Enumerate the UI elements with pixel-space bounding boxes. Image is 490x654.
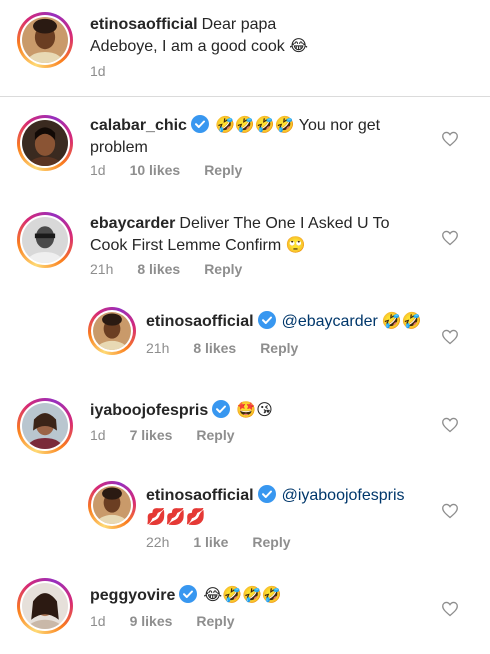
comment-likes[interactable]: 9 likes xyxy=(130,613,173,629)
verified-badge-icon xyxy=(257,485,276,503)
comment-username[interactable]: iyaboojofespris xyxy=(90,402,208,419)
reply-button[interactable]: Reply xyxy=(260,340,298,356)
comment-meta: 21h 8 likes Reply xyxy=(90,261,266,277)
comment-time: 1d xyxy=(90,63,106,79)
heart-outline-icon[interactable] xyxy=(441,131,459,147)
verified-badge-icon xyxy=(257,311,276,329)
comment-meta: 1d 9 likes Reply xyxy=(90,613,259,629)
comment-emoji: 🤣🤣🤣🤣 xyxy=(214,115,295,134)
comment-likes[interactable]: 8 likes xyxy=(193,340,236,356)
comment-username[interactable]: etinosaofficial xyxy=(146,313,254,330)
comment-meta: 22h 1 like Reply xyxy=(146,534,315,550)
avatar[interactable] xyxy=(17,578,73,634)
reply-button[interactable]: Reply xyxy=(204,261,242,277)
reply-button[interactable]: Reply xyxy=(204,162,242,178)
comment-likes[interactable]: 10 likes xyxy=(130,162,181,178)
comment-username[interactable]: ebaycarder xyxy=(90,215,175,232)
verified-badge-icon xyxy=(190,115,209,133)
comment-username[interactable]: peggyovire xyxy=(90,587,175,604)
avatar[interactable] xyxy=(17,12,73,68)
comment-body: etinosaofficial @iyaboojofespris 💋💋💋 xyxy=(146,485,436,529)
heart-outline-icon[interactable] xyxy=(441,329,459,345)
avatar[interactable] xyxy=(88,307,136,355)
heart-outline-icon[interactable] xyxy=(441,417,459,433)
comment-emoji: 💋💋💋 xyxy=(146,507,206,526)
reply-button[interactable]: Reply xyxy=(252,534,290,550)
comment-emoji: 😂🤣🤣🤣 xyxy=(203,585,282,604)
comment-thread: etinosaofficial Dear papa Adeboye, I am a… xyxy=(0,0,490,654)
comment-mention[interactable]: @iyaboojofespris xyxy=(282,487,405,504)
comment-likes[interactable]: 7 likes xyxy=(130,427,173,443)
avatar[interactable] xyxy=(17,398,73,454)
comment-time: 21h xyxy=(146,340,170,356)
comment-username[interactable]: etinosaofficial xyxy=(146,487,254,504)
comment-emoji: 🤩😘 xyxy=(236,400,273,419)
comment-meta: 1d 7 likes Reply xyxy=(90,427,259,443)
comment-body: etinosaofficial Dear papa Adeboye, I am a… xyxy=(90,14,330,58)
comment-time: 21h xyxy=(90,261,114,277)
comment-time: 22h xyxy=(146,534,170,550)
reply-button[interactable]: Reply xyxy=(196,613,234,629)
heart-outline-icon[interactable] xyxy=(441,503,459,519)
comment-body: calabar_chic 🤣🤣🤣🤣 You nor get problem xyxy=(90,115,390,159)
comment-body: ebaycarder Deliver The One I Asked U To C… xyxy=(90,213,410,257)
comment-time: 1d xyxy=(90,427,106,443)
reply-button[interactable]: Reply xyxy=(196,427,234,443)
verified-badge-icon xyxy=(179,585,198,603)
comment-emoji: 🤣🤣 xyxy=(381,311,422,330)
comment-likes[interactable]: 8 likes xyxy=(137,261,180,277)
comment-mention[interactable]: @ebaycarder xyxy=(282,313,378,330)
comment-time: 1d xyxy=(90,613,106,629)
comment-username[interactable]: etinosaofficial xyxy=(90,16,198,33)
comment-body: etinosaofficial @ebaycarder 🤣🤣 xyxy=(146,311,436,333)
comment-time: 1d xyxy=(90,162,106,178)
divider xyxy=(0,96,490,97)
heart-outline-icon[interactable] xyxy=(441,601,459,617)
comment-body: iyaboojofespris 🤩😘 xyxy=(90,400,390,422)
avatar[interactable] xyxy=(88,481,136,529)
avatar[interactable] xyxy=(17,212,73,268)
comment-username[interactable]: calabar_chic xyxy=(90,117,187,134)
verified-badge-icon xyxy=(212,400,231,418)
comment-likes[interactable]: 1 like xyxy=(193,534,228,550)
comment-body: peggyovire 😂🤣🤣🤣 xyxy=(90,585,390,607)
heart-outline-icon[interactable] xyxy=(441,230,459,246)
comment-meta: 1d xyxy=(90,63,130,79)
comment-meta: 1d 10 likes Reply xyxy=(90,162,266,178)
avatar[interactable] xyxy=(17,115,73,171)
comment-meta: 21h 8 likes Reply xyxy=(146,340,322,356)
